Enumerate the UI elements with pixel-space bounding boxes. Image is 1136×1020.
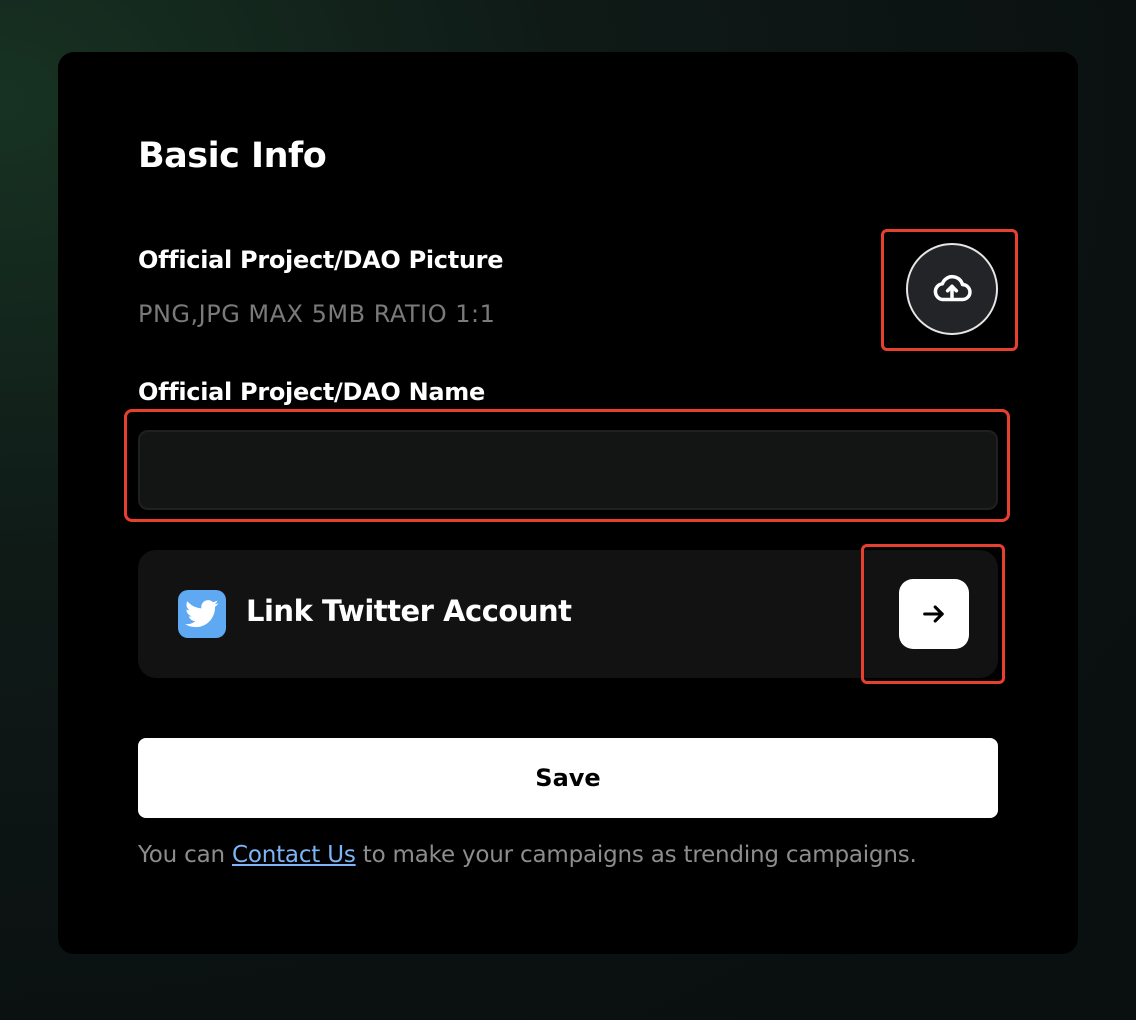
twitter-label: Link Twitter Account bbox=[246, 594, 572, 628]
save-button[interactable]: Save bbox=[138, 738, 998, 818]
arrow-right-icon bbox=[923, 605, 944, 623]
cloud-upload-icon bbox=[933, 274, 972, 302]
footer-prefix: You can bbox=[138, 842, 225, 868]
twitter-bird-icon bbox=[178, 590, 226, 638]
section-title: Basic Info bbox=[138, 136, 327, 176]
name-label: Official Project/DAO Name bbox=[138, 378, 485, 406]
picture-label: Official Project/DAO Picture bbox=[138, 246, 504, 274]
upload-picture-button[interactable] bbox=[906, 243, 998, 335]
footer-suffix: to make your campaigns as trending campa… bbox=[362, 842, 917, 868]
footer-note: You can Contact Us to make your campaign… bbox=[138, 842, 917, 868]
contact-us-link[interactable]: Contact Us bbox=[232, 842, 356, 868]
link-twitter-arrow-button[interactable] bbox=[899, 579, 969, 649]
picture-hint: PNG,JPG MAX 5MB RATIO 1:1 bbox=[138, 300, 496, 328]
basic-info-card: Basic Info Official Project/DAO Picture … bbox=[58, 52, 1078, 954]
project-name-input[interactable] bbox=[138, 430, 998, 510]
